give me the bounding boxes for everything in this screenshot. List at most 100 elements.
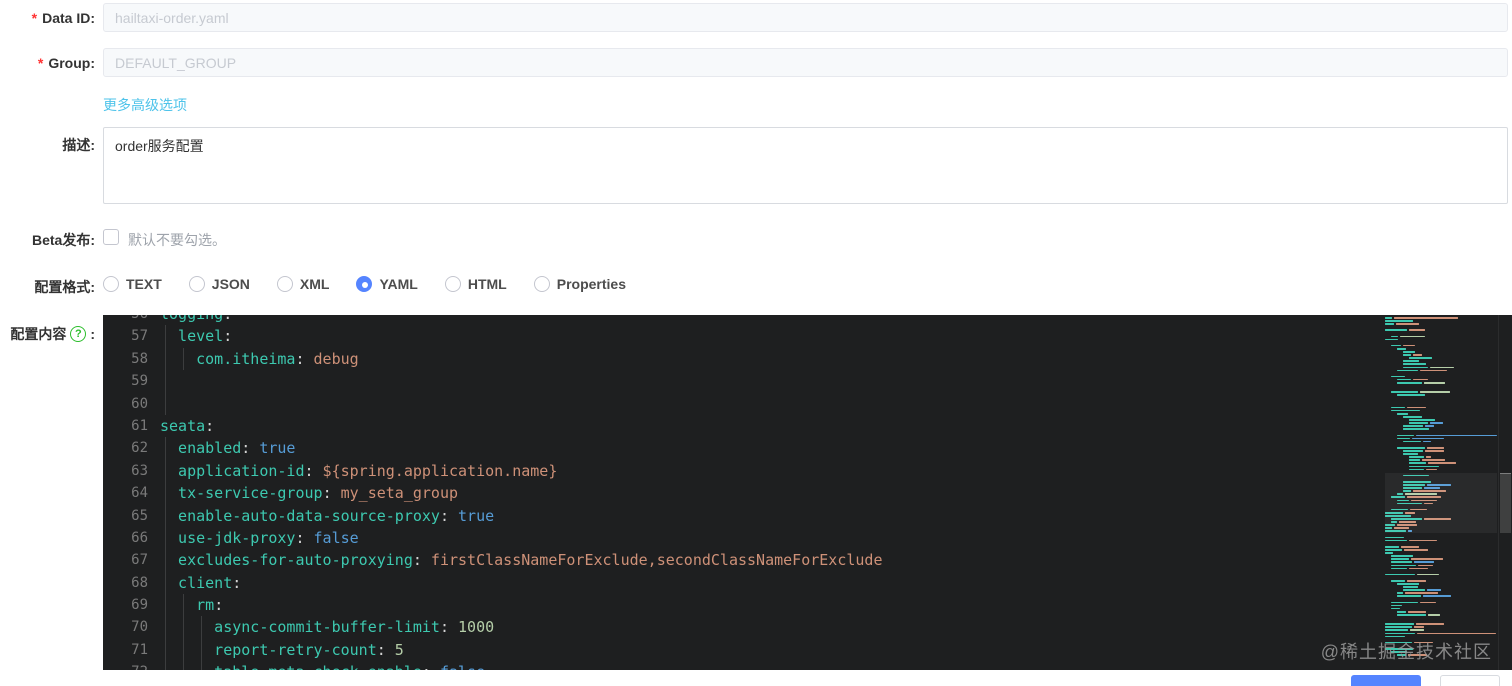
- code-line-text[interactable]: tx-service-group: my_seta_group: [160, 482, 1512, 505]
- radio-icon[interactable]: [276, 276, 293, 292]
- indent-guide: [183, 616, 185, 639]
- format-radio-xml[interactable]: XML: [276, 276, 329, 292]
- code-line-text[interactable]: enable-auto-data-source-proxy: true: [160, 504, 1512, 527]
- question-circle-icon[interactable]: ?: [70, 326, 87, 342]
- minimap-viewport-slider[interactable]: [1385, 473, 1497, 533]
- minimap-line: [1391, 335, 1497, 338]
- minimap-line: [1403, 366, 1497, 369]
- data-id-input[interactable]: [103, 3, 1508, 32]
- code-line[interactable]: 59: [103, 370, 1512, 393]
- line-number: 56: [103, 315, 148, 325]
- radio-icon[interactable]: [103, 276, 119, 292]
- minimap-line: [1397, 381, 1497, 384]
- indent-guide: [165, 392, 166, 415]
- format-radio-yaml[interactable]: YAML: [356, 276, 418, 292]
- radio-icon[interactable]: [356, 276, 373, 292]
- minimap-line: [1391, 604, 1497, 607]
- format-radio-properties[interactable]: Properties: [533, 276, 626, 292]
- code-line-text[interactable]: application-id: ${spring.application.nam…: [160, 459, 1512, 483]
- code-line[interactable]: 69 rm:: [103, 594, 1512, 617]
- code-line-text[interactable]: level:: [160, 325, 1512, 348]
- editor-scrollbar-thumb[interactable]: [1500, 473, 1511, 533]
- code-line[interactable]: 64 tx-service-group: my_seta_group: [103, 482, 1512, 505]
- minimap-line: [1397, 595, 1497, 598]
- secondary-action-button[interactable]: [1440, 675, 1500, 686]
- code-line-text[interactable]: client:: [160, 571, 1512, 595]
- code-line[interactable]: 56 logging:: [103, 315, 1512, 325]
- format-radio-group: TEXT JSON XML YAML HTML Properties: [103, 276, 626, 292]
- description-textarea[interactable]: [103, 127, 1508, 204]
- code-line[interactable]: 65 enable-auto-data-source-proxy: true: [103, 504, 1512, 527]
- group-label: * Group:: [37, 55, 95, 71]
- beta-checkbox[interactable]: [103, 229, 119, 245]
- minimap-line: [1391, 391, 1497, 393]
- code-line-text[interactable]: use-jdk-proxy: false: [160, 526, 1512, 550]
- code-line-text[interactable]: com.itheima: debug: [160, 347, 1512, 371]
- format-radio-label: JSON: [211, 276, 250, 292]
- code-line[interactable]: 71 report-retry-count: 5: [103, 638, 1512, 662]
- format-radio-label: TEXT: [126, 276, 162, 292]
- minimap-line: [1409, 357, 1497, 359]
- minimap-line: [1397, 394, 1497, 396]
- indent-guide: [183, 661, 185, 670]
- code-line-text[interactable]: excludes-for-auto-proxying: firstClassNa…: [160, 549, 1512, 572]
- editor-scrollbar[interactable]: [1498, 315, 1512, 670]
- line-number: 57: [131, 328, 148, 345]
- code-area[interactable]: 56logging:57 level:58 com.itheima: debug…: [103, 315, 1512, 670]
- minimap-line: [1385, 401, 1497, 403]
- code-line-text[interactable]: [160, 370, 1512, 393]
- line-number: 66: [131, 529, 148, 546]
- minimap-line: [1397, 610, 1497, 613]
- code-line[interactable]: 67 excludes-for-auto-proxying: firstClas…: [103, 549, 1512, 572]
- code-line[interactable]: 60: [103, 392, 1512, 415]
- line-number: 61: [131, 417, 148, 434]
- format-radio-json[interactable]: JSON: [188, 276, 250, 292]
- minimap-line: [1385, 573, 1497, 576]
- code-line[interactable]: 68 client:: [103, 571, 1512, 595]
- minimap-line: [1385, 623, 1497, 625]
- code-line-text[interactable]: enabled: true: [160, 437, 1512, 460]
- code-line[interactable]: 63 application-id: ${spring.application.…: [103, 459, 1512, 483]
- code-line[interactable]: 57 level:: [103, 325, 1512, 348]
- primary-action-button[interactable]: [1351, 675, 1421, 686]
- content-label: 配置内容 ? :: [10, 326, 95, 342]
- format-radio-text[interactable]: TEXT: [103, 276, 162, 292]
- minimap-line: [1403, 351, 1497, 353]
- code-line-text[interactable]: table-meta-check-enable: false: [160, 661, 1512, 670]
- minimap-line: [1391, 409, 1497, 412]
- code-line[interactable]: 58 com.itheima: debug: [103, 347, 1512, 371]
- minimap-line: [1385, 338, 1497, 341]
- format-radio-html[interactable]: HTML: [444, 276, 507, 292]
- line-number: 60: [131, 395, 148, 412]
- description-label: 描述:: [62, 137, 95, 153]
- minimap-line: [1391, 601, 1497, 604]
- minimap-line: [1385, 552, 1497, 554]
- code-line-text[interactable]: rm:: [160, 594, 1512, 617]
- code-line-text[interactable]: seata:: [160, 415, 1512, 437]
- radio-icon[interactable]: [188, 276, 205, 292]
- more-advanced-options-link[interactable]: 更多高级选项: [103, 95, 187, 115]
- code-line[interactable]: 61 seata:: [103, 415, 1512, 437]
- minimap-line: [1403, 360, 1497, 362]
- code-line-text[interactable]: async-commit-buffer-limit: 1000: [160, 616, 1512, 639]
- indent-guide: [165, 347, 166, 371]
- code-line-text[interactable]: report-retry-count: 5: [160, 638, 1512, 662]
- minimap-line: [1385, 388, 1497, 390]
- yaml-code-editor[interactable]: 56logging:57 level:58 com.itheima: debug…: [103, 315, 1512, 670]
- indent-guide: [165, 616, 166, 639]
- minimap-line: [1403, 425, 1497, 427]
- radio-icon[interactable]: [444, 276, 461, 292]
- code-line[interactable]: 70 async-commit-buffer-limit: 1000: [103, 616, 1512, 639]
- group-input[interactable]: [103, 48, 1508, 77]
- minimap-line: [1391, 564, 1497, 567]
- code-line-text[interactable]: logging:: [160, 315, 1512, 325]
- code-line[interactable]: 66 use-jdk-proxy: false: [103, 526, 1512, 550]
- line-number: 70: [131, 619, 148, 636]
- radio-icon[interactable]: [533, 276, 550, 292]
- code-line[interactable]: 62 enabled: true: [103, 437, 1512, 460]
- indent-guide: [165, 370, 166, 393]
- line-number: 58: [131, 350, 148, 367]
- minimap-line: [1385, 444, 1497, 446]
- code-line-text[interactable]: [160, 392, 1512, 415]
- code-line[interactable]: 72 table-meta-check-enable: false: [103, 661, 1512, 670]
